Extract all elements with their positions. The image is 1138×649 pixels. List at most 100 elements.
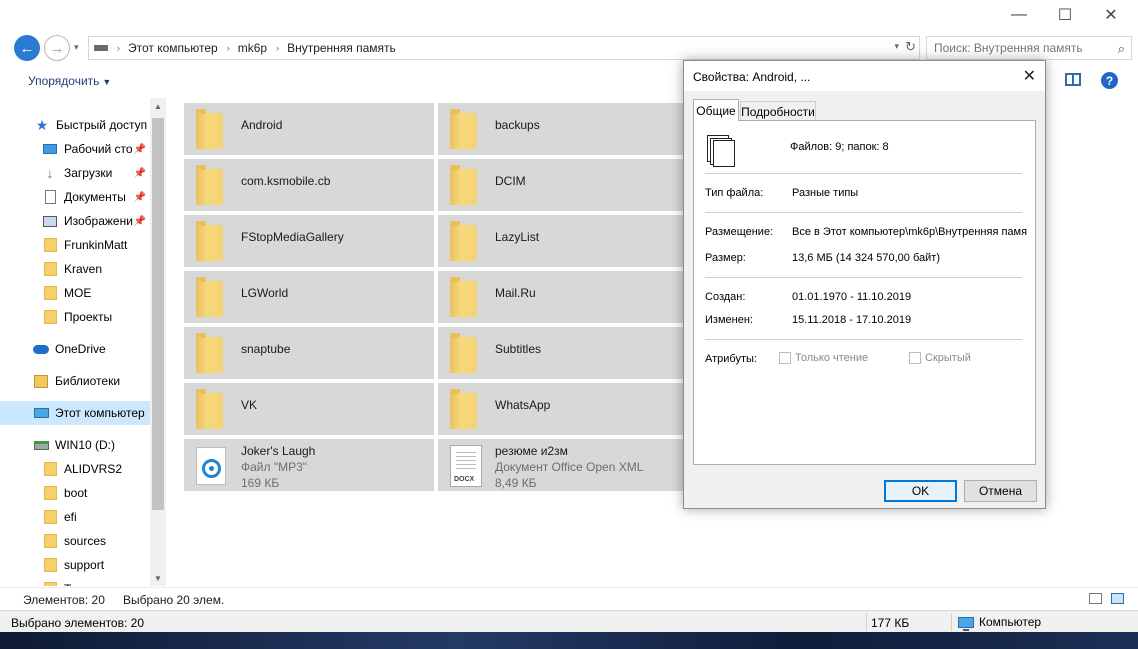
readonly-checkbox[interactable]: Только чтение [779, 352, 868, 364]
cancel-button[interactable]: Отмена [964, 480, 1037, 502]
hidden-checkbox[interactable]: Скрытый [909, 352, 971, 364]
chevron-down-icon[interactable]: ▾ [894, 41, 899, 52]
nav-item-frunkinmatt[interactable]: FrunkinMatt [0, 233, 150, 257]
checkbox-box[interactable] [779, 352, 791, 364]
location-label: Размещение: [705, 226, 774, 238]
documents-icon [42, 189, 58, 205]
close-icon[interactable]: ✕ [1023, 66, 1036, 86]
checkbox-box[interactable] [909, 352, 921, 364]
nav-item-desktop[interactable]: Рабочий сто 📌 [0, 137, 150, 161]
folder-icon [196, 333, 223, 373]
nav-item-boot[interactable]: boot [0, 481, 150, 505]
item-summary: Файлов: 9; папок: 8 [790, 141, 889, 153]
minimize-button[interactable]: — [996, 0, 1042, 30]
drive-icon [94, 45, 108, 51]
breadcrumb-mk6p[interactable]: mk6p [238, 41, 267, 55]
file-tile-jokers-laugh[interactable]: Joker's Laugh Файл "MP3" 169 КБ [184, 439, 434, 491]
folder-tile-dcim[interactable]: DCIM [438, 159, 688, 211]
tab-details[interactable]: Подробности [740, 101, 816, 121]
folder-tile-vk[interactable]: VK [184, 383, 434, 435]
scroll-up-icon[interactable]: ▲ [150, 98, 166, 114]
folder-tile-android[interactable]: Android [184, 103, 434, 155]
details-view-icon[interactable] [1089, 593, 1102, 604]
breadcrumb-internal-memory[interactable]: Внутренняя память [287, 41, 396, 55]
folder-tile-mail-ru[interactable]: Mail.Ru [438, 271, 688, 323]
close-button[interactable]: ✕ [1088, 0, 1134, 30]
organize-button[interactable]: Упорядочить ▼ [28, 74, 111, 88]
folder-icon [42, 237, 58, 253]
folder-icon [42, 261, 58, 277]
computer-icon [33, 405, 49, 421]
selected-items-status: Выбрано элементов: 20 [11, 616, 144, 630]
minimize-icon: — [1011, 6, 1027, 23]
star-icon: ★ [35, 116, 49, 133]
back-button[interactable]: ← [14, 35, 40, 61]
nav-item-alidvrs2[interactable]: ALIDVRS2 [0, 457, 150, 481]
nav-item-onedrive[interactable]: OneDrive [0, 337, 150, 361]
nav-item-support[interactable]: support [0, 553, 150, 577]
folder-tile-backups[interactable]: backups [438, 103, 688, 155]
divider [705, 173, 1022, 174]
forward-button[interactable]: → [44, 35, 70, 61]
folder-tile-lgworld[interactable]: LGWorld [184, 271, 434, 323]
recent-locations-button[interactable]: ▾ [74, 42, 79, 53]
preview-pane-icon[interactable] [1065, 73, 1081, 86]
pin-icon[interactable]: 📌 [134, 216, 146, 227]
nav-item-pictures[interactable]: Изображени 📌 [0, 209, 150, 233]
size-value: 13,6 МБ (14 324 570,00 байт) [792, 252, 940, 264]
tiles-view-icon[interactable] [1111, 593, 1124, 604]
scroll-down-icon[interactable]: ▼ [150, 570, 166, 586]
address-bar[interactable]: › Этот компьютер › mk6p › Внутренняя пам… [88, 36, 920, 60]
folder-icon [42, 509, 58, 525]
tab-general[interactable]: Общие [693, 99, 739, 121]
folder-tile-subtitles[interactable]: Subtitles [438, 327, 688, 379]
folder-icon [42, 461, 58, 477]
breadcrumb-this-pc[interactable]: Этот компьютер [128, 41, 218, 55]
pin-icon[interactable]: 📌 [134, 144, 146, 155]
ok-button[interactable]: OK [884, 480, 957, 502]
chevron-down-icon: ▼ [102, 77, 112, 87]
nav-item-this-pc[interactable]: Этот компьютер [0, 401, 150, 425]
location-status: Компьютер [958, 615, 1041, 631]
folder-icon [42, 581, 58, 586]
folder-icon [196, 165, 223, 205]
nav-item-downloads[interactable]: ↓ Загрузки 📌 [0, 161, 150, 185]
breadcrumb-separator: › [226, 43, 230, 53]
file-type-value: Разные типы [792, 187, 859, 199]
nav-item-documents[interactable]: Документы 📌 [0, 185, 150, 209]
nav-item-win10-drive[interactable]: WIN10 (D:) [0, 433, 150, 457]
nav-item-quick-access[interactable]: ★ Быстрый доступ [0, 113, 150, 137]
nav-item-libraries[interactable]: Библиотеки [0, 369, 150, 393]
location-value: Все в Этот компьютер\mk6p\Внутренняя пам… [792, 226, 1028, 238]
folder-icon [42, 557, 58, 573]
arrow-right-icon: → [49, 39, 65, 57]
file-tile-resume[interactable]: DOCX резюме и2зм Документ Office Open XM… [438, 439, 688, 491]
desktop-background [0, 632, 1138, 649]
maximize-button[interactable]: ☐ [1042, 0, 1088, 30]
nav-item-sources[interactable]: sources [0, 529, 150, 553]
nav-item-t[interactable]: T [0, 577, 150, 586]
item-count: Элементов: 20 [23, 593, 105, 607]
folder-tile-whatsapp[interactable]: WhatsApp [438, 383, 688, 435]
download-icon: ↓ [46, 165, 54, 181]
folder-tile-fstopmediagallery[interactable]: FStopMediaGallery [184, 215, 434, 267]
refresh-icon[interactable]: ↻ [905, 39, 916, 55]
folder-icon [42, 309, 58, 325]
help-icon[interactable]: ? [1101, 72, 1118, 89]
status-divider [951, 613, 952, 631]
nav-item-moe[interactable]: MOE [0, 281, 150, 305]
navigation-scrollbar[interactable]: ▲ ▼ [150, 98, 166, 586]
nav-item-kraven[interactable]: Kraven [0, 257, 150, 281]
folder-tile-com-ksmobile-cb[interactable]: com.ksmobile.cb [184, 159, 434, 211]
pin-icon[interactable]: 📌 [134, 168, 146, 179]
folder-tile-lazylist[interactable]: LazyList [438, 215, 688, 267]
folder-icon [196, 389, 223, 429]
nav-item-projects[interactable]: Проекты [0, 305, 150, 329]
scrollbar-thumb[interactable] [152, 118, 164, 510]
search-input[interactable]: Поиск: Внутренняя память ⌕ [926, 36, 1132, 60]
breadcrumb-separator: › [117, 43, 120, 53]
nav-item-efi[interactable]: efi [0, 505, 150, 529]
folder-icon [450, 165, 477, 205]
folder-tile-snaptube[interactable]: snaptube [184, 327, 434, 379]
pin-icon[interactable]: 📌 [134, 192, 146, 203]
